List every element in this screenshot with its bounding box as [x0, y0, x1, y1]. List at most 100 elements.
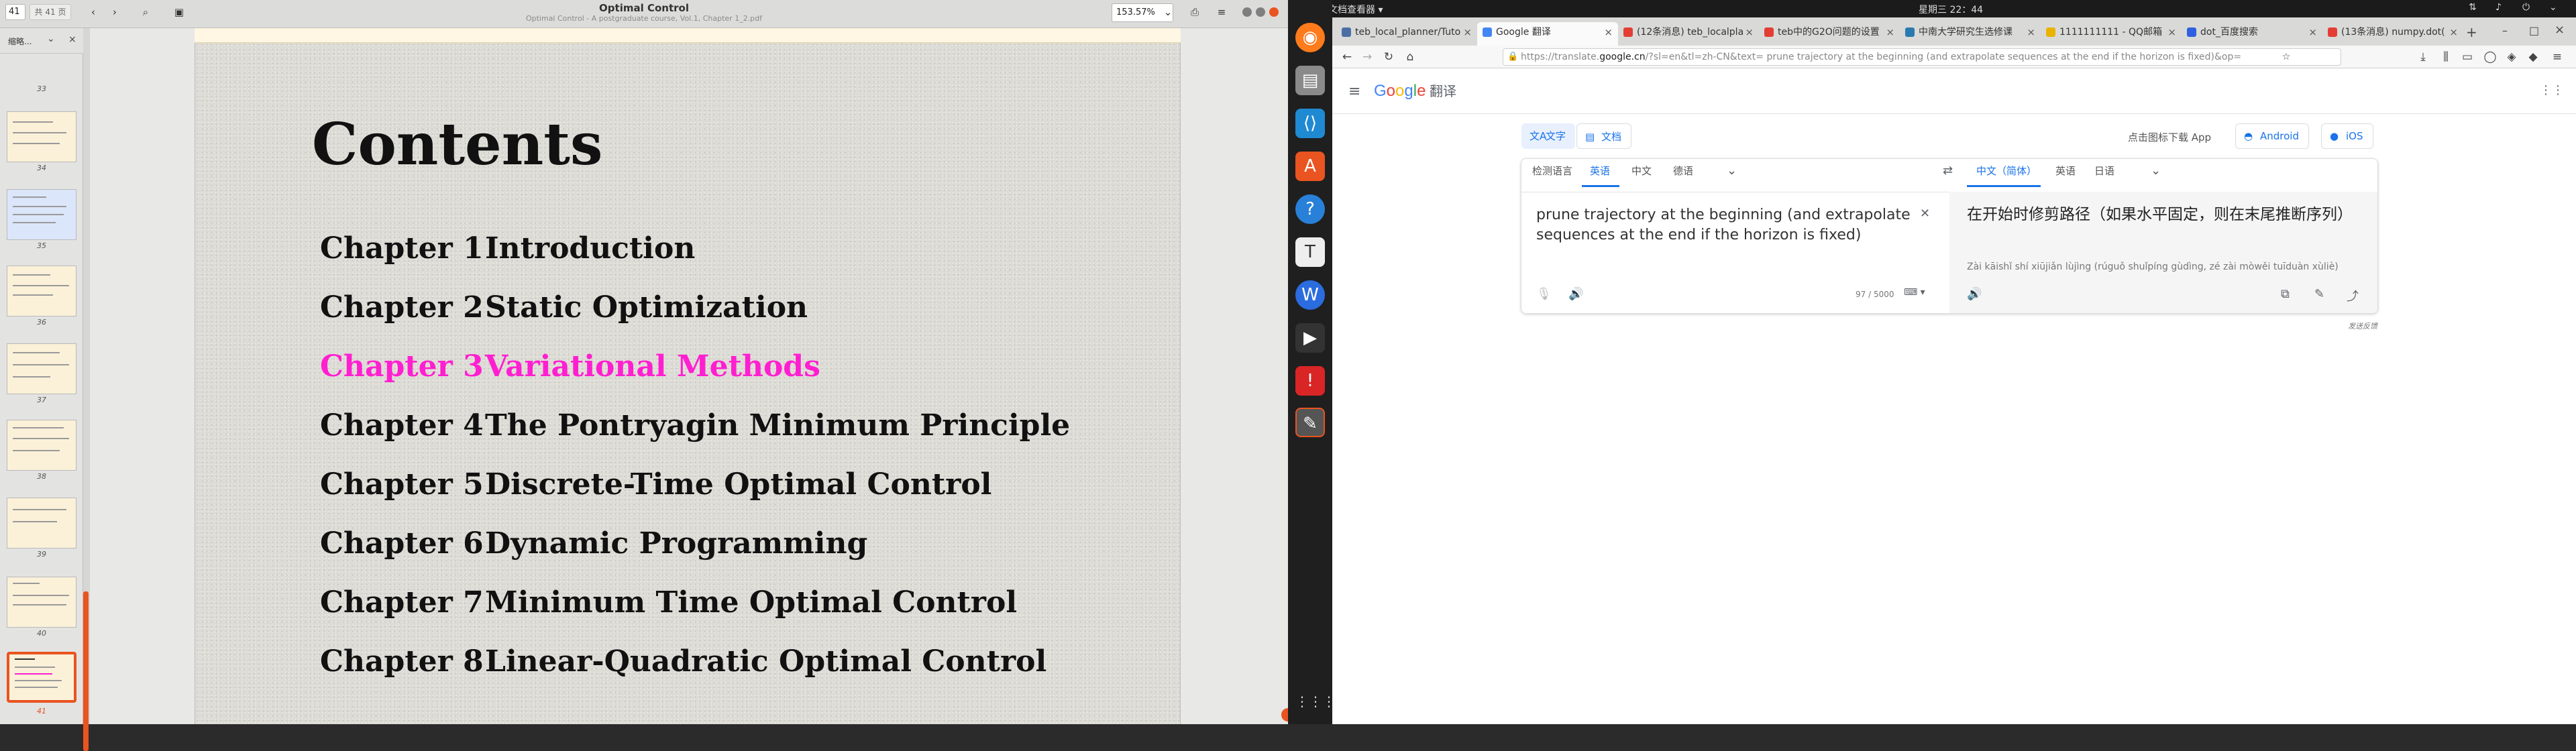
thumbnail-page-selected[interactable] [7, 652, 76, 703]
help-icon[interactable]: ? [1295, 194, 1325, 224]
close-icon[interactable]: × [2555, 23, 2565, 37]
speaker-icon[interactable]: 🔊 [1568, 287, 1583, 301]
browser-tab[interactable]: 中南大学研究生选修课 × [1900, 22, 2041, 42]
sidebar-mode-select[interactable]: 缩略... [8, 36, 32, 47]
page-number-input[interactable]: 41 [5, 4, 25, 20]
power-icon[interactable]: ⏻ [2522, 2, 2530, 13]
source-text-area[interactable]: prune trajectory at the beginning (and e… [1536, 205, 1912, 245]
browser-tab[interactable]: (12条消息) teb_localpla × [1618, 22, 1759, 42]
app-menu[interactable]: 文档查看器 ▾ [1328, 3, 1383, 16]
account-icon[interactable]: ◯ [2482, 49, 2498, 65]
terminal-icon[interactable]: ▶ [1295, 323, 1325, 353]
annotate-icon[interactable]: ▣ [172, 5, 186, 19]
close-sidebar-icon[interactable]: × [68, 34, 76, 45]
network-icon[interactable]: ⇅ [2469, 2, 2477, 13]
target-lang-japanese[interactable]: 日语 [2094, 164, 2114, 178]
maximize-icon[interactable]: □ [2529, 24, 2539, 37]
library-icon[interactable]: ⫼ [2438, 49, 2454, 65]
software-center-icon[interactable]: A [1295, 152, 1325, 181]
back-icon[interactable]: ← [1339, 49, 1355, 65]
thumbnail-page[interactable] [7, 111, 76, 162]
browser-tab[interactable]: teb_local_planner/Tuto × [1336, 22, 1477, 42]
browser-tab[interactable]: (13条消息) numpy.dot(× [2322, 22, 2463, 42]
menu-icon[interactable]: ≡ [1214, 5, 1229, 19]
document-viewer-icon[interactable]: ✎ [1295, 408, 1325, 437]
search-icon[interactable]: ⌕ [138, 5, 153, 19]
source-lang-german[interactable]: 德语 [1673, 164, 1693, 178]
google-translate-logo[interactable]: Google 翻译 [1374, 80, 1456, 101]
chevron-down-icon[interactable]: ⌄ [47, 34, 55, 44]
android-button[interactable]: ◓ Android [2235, 123, 2309, 149]
maximize-icon[interactable] [1256, 7, 1265, 17]
minimize-icon[interactable]: – [2502, 24, 2508, 37]
feedback-link[interactable]: 发送反馈 [2348, 321, 2377, 331]
ios-button[interactable]: ● iOS [2321, 123, 2373, 149]
extension-icon[interactable]: ◈ [2504, 49, 2520, 65]
url-bar[interactable]: 🔒 https://translate.google.cn/?sl=en&tl=z… [1503, 48, 2341, 66]
extension-icon[interactable]: ◆ [2525, 49, 2541, 65]
typora-icon[interactable]: T [1295, 237, 1325, 267]
microphone-icon[interactable]: 🎙 [1536, 287, 1552, 301]
menu-icon[interactable]: ≡ [2549, 49, 2565, 65]
lock-icon: 🔒 [1507, 52, 1519, 62]
clear-text-icon[interactable]: ✕ [1920, 207, 1930, 221]
download-icon[interactable]: ⤓ [2415, 49, 2431, 65]
speaker-icon[interactable]: 🔊 [1967, 287, 1982, 301]
thumbnail-page[interactable] [7, 189, 76, 240]
thumbnail-page[interactable] [7, 498, 76, 548]
next-page-icon[interactable]: › [107, 5, 122, 19]
thumbnail-page[interactable] [7, 420, 76, 471]
target-lang-english[interactable]: 英语 [2055, 164, 2076, 178]
thumbnail-page[interactable] [7, 577, 76, 628]
mode-text-button[interactable]: 文A 文字 [1521, 123, 1576, 149]
minimize-icon[interactable] [1242, 7, 1252, 17]
vscode-icon[interactable]: ⟨⟩ [1295, 109, 1325, 138]
bookmark-star-icon[interactable]: ☆ [2278, 49, 2294, 65]
sidebar-icon[interactable]: ▭ [2459, 49, 2475, 65]
chevron-down-icon[interactable]: ⌄ [2151, 164, 2161, 178]
sidebar-scrollbar[interactable] [83, 28, 90, 751]
chevron-down-icon[interactable]: ⌄ [1161, 5, 1175, 19]
new-tab-icon[interactable]: + [2466, 24, 2477, 40]
bookmark-icon[interactable]: ⎙ [1187, 5, 1202, 19]
mode-document-button[interactable]: ▤ 文档 [1576, 123, 1632, 149]
browser-tab[interactable]: teb中的G2O问题的设置 × [1759, 22, 1900, 42]
chapter-item-highlighted: Chapter 3Variational Methods [320, 349, 820, 384]
thumbnail-number: 39 [37, 550, 46, 559]
thumbnail-sidebar[interactable]: 33 34 35 36 37 38 39 40 41 [0, 54, 83, 724]
source-lang-english[interactable]: 英语 [1590, 164, 1610, 178]
forward-icon[interactable]: → [1359, 49, 1375, 65]
browser-tab[interactable]: dot_百度搜索 × [2182, 22, 2322, 42]
copy-icon[interactable]: ⧉ [2281, 287, 2290, 301]
app-grid-icon[interactable]: ⋮⋮⋮ [1295, 687, 1336, 716]
app-icon[interactable]: ! [1295, 366, 1325, 396]
source-lang-detect[interactable]: 检测语言 [1532, 164, 1572, 178]
volume-icon[interactable]: ♪ [2496, 2, 2502, 13]
thumbnail-page[interactable] [7, 266, 76, 316]
thumbnail-page[interactable] [7, 343, 76, 394]
share-icon[interactable]: ⤴ [2347, 287, 2359, 304]
reload-icon[interactable]: ↻ [1381, 49, 1397, 65]
edit-icon[interactable]: ✎ [2314, 287, 2324, 301]
hamburger-menu-icon[interactable]: ≡ [1348, 83, 1360, 100]
swap-languages-icon[interactable]: ⇄ [1943, 164, 1953, 178]
thumbnail-number: 34 [37, 164, 46, 172]
chevron-down-icon[interactable]: ⌄ [2549, 2, 2557, 13]
firefox-icon[interactable]: ◉ [1295, 23, 1325, 52]
browser-tab[interactable]: 1111111111 - QQ邮箱 × [2041, 22, 2182, 42]
thumbnail-number: 33 [37, 84, 46, 93]
apps-grid-icon[interactable]: ⋮⋮ [2540, 83, 2564, 97]
close-icon[interactable] [1269, 7, 1279, 17]
selected-lang-underline [1967, 185, 2041, 187]
target-lang-chinese-simplified[interactable]: 中文（简体） [1976, 164, 2037, 178]
prev-page-icon[interactable]: ‹ [86, 5, 101, 19]
sidebar-header: 缩略... ⌄ × [0, 28, 83, 54]
chevron-down-icon[interactable]: ⌄ [1727, 164, 1737, 178]
clock[interactable]: 星期三 22：44 [1919, 3, 1983, 16]
wps-icon[interactable]: W [1295, 280, 1325, 310]
browser-tab-active[interactable]: Google 翻译 × [1477, 22, 1618, 46]
source-lang-chinese[interactable]: 中文 [1631, 164, 1652, 178]
files-icon[interactable]: ▤ [1295, 66, 1325, 95]
keyboard-icon[interactable]: ⌨ ▾ [1904, 287, 1925, 298]
home-icon[interactable]: ⌂ [1402, 49, 1418, 65]
